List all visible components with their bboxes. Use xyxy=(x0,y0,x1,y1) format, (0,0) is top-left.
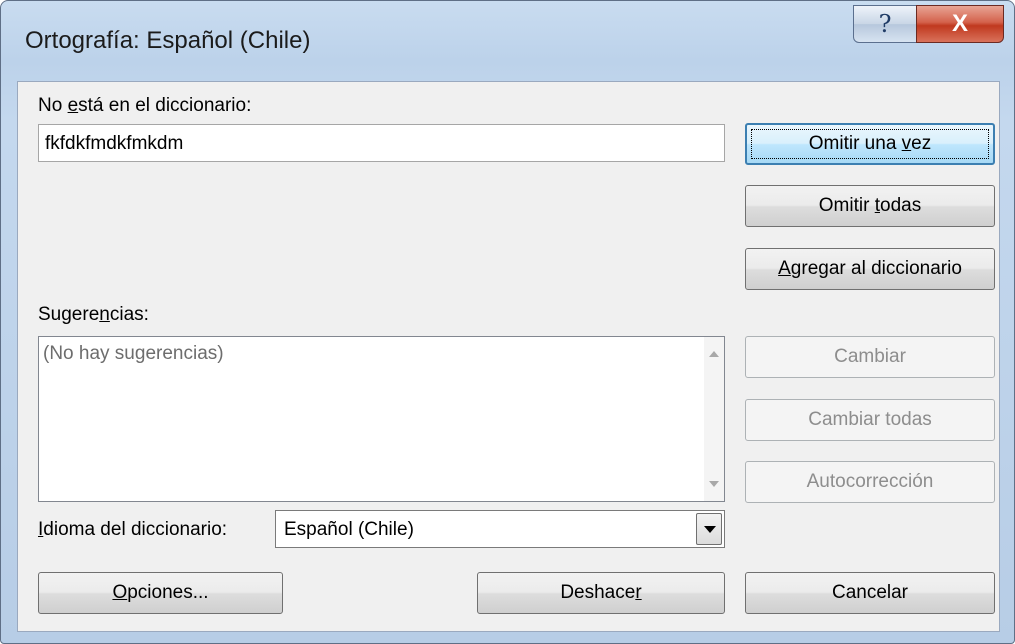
ignore-all-label: Omitir todas xyxy=(818,195,922,216)
autocorrect-button[interactable]: Autocorrección xyxy=(745,461,995,503)
not-in-dictionary-label: No está en el diccionario: xyxy=(38,95,252,116)
help-icon: ? xyxy=(878,10,892,38)
undo-label: Deshacer xyxy=(560,582,642,603)
misspelled-word-field[interactable]: fkfdkfmdkfmkdm xyxy=(38,124,725,162)
ignore-all-button[interactable]: Omitir todas xyxy=(745,185,995,227)
focus-rectangle xyxy=(751,129,989,159)
title-bar[interactable]: Ortografía: Español (Chile) ? X xyxy=(1,1,1014,81)
suggestions-scrollbar[interactable] xyxy=(704,337,724,501)
dictionary-language-label: Idioma del diccionario: xyxy=(38,519,228,540)
undo-button[interactable]: Deshacer xyxy=(477,572,725,614)
close-button[interactable]: X xyxy=(916,5,1004,43)
add-to-dictionary-button[interactable]: Agregar al diccionario xyxy=(745,248,995,290)
close-icon: X xyxy=(951,10,968,37)
dialog-title: Ortografía: Español (Chile) xyxy=(25,27,311,54)
change-all-button[interactable]: Cambiar todas xyxy=(745,399,995,441)
change-button[interactable]: Cambiar xyxy=(745,336,995,378)
dictionary-language-value: Español (Chile) xyxy=(284,519,414,540)
dropdown-arrow-icon[interactable] xyxy=(696,513,722,545)
dictionary-language-select[interactable]: Español (Chile) xyxy=(275,510,725,548)
ignore-once-button[interactable]: Omitir una vez xyxy=(745,123,995,165)
scroll-down-arrow-icon[interactable] xyxy=(709,481,719,487)
dialog-body: No está en el diccionario: fkfdkfmdkfmkd… xyxy=(17,81,1000,632)
suggestions-label: Sugerencias: xyxy=(38,304,149,325)
options-button[interactable]: Opciones... xyxy=(38,572,283,614)
misspelled-word-value: fkfdkfmdkfmkdm xyxy=(45,133,184,154)
spelling-dialog: Ortografía: Español (Chile) ? X No está … xyxy=(0,0,1015,644)
suggestions-list[interactable]: (No hay sugerencias) xyxy=(38,336,725,502)
no-suggestions-text: (No hay sugerencias) xyxy=(43,343,224,364)
help-button[interactable]: ? xyxy=(853,5,917,43)
add-to-dictionary-label: Agregar al diccionario xyxy=(778,258,962,279)
cancel-button[interactable]: Cancelar xyxy=(745,572,995,614)
options-label: Opciones... xyxy=(112,582,209,603)
scroll-up-arrow-icon[interactable] xyxy=(709,351,719,357)
